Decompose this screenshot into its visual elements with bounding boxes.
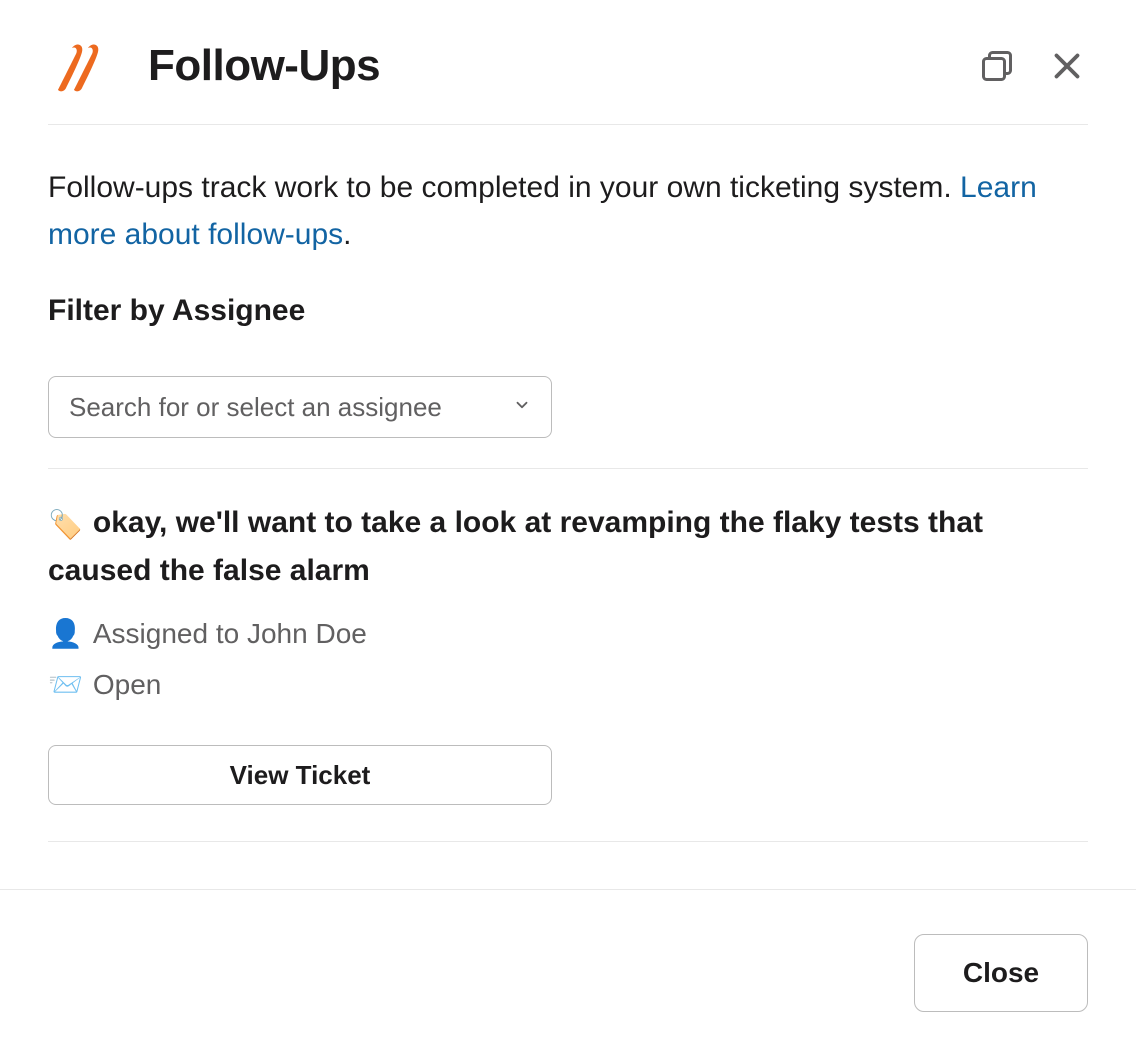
assignee-select[interactable]: Search for or select an assignee — [48, 376, 552, 438]
ticket-status: 📨 Open — [48, 668, 1088, 701]
ticket-title-text: okay, we'll want to take a look at revam… — [48, 506, 983, 587]
view-ticket-button[interactable]: View Ticket — [48, 745, 552, 805]
modal-title: Follow-Ups — [148, 41, 976, 91]
label-icon: 🏷️ — [48, 509, 83, 540]
divider — [48, 841, 1088, 842]
ticket-status-text: Open — [93, 669, 162, 701]
followups-modal: Follow-Ups Follow-ups track work to be c… — [0, 0, 1136, 1056]
close-button[interactable]: Close — [914, 934, 1088, 1012]
new-window-icon[interactable] — [976, 45, 1018, 87]
ticket-meta: 👤 Assigned to John Doe 📨 Open — [48, 617, 1088, 701]
envelope-icon: 📨 — [48, 668, 83, 701]
app-logo-icon — [48, 36, 108, 96]
chevron-down-icon — [513, 396, 531, 419]
modal-footer: Close — [0, 889, 1136, 1056]
ticket-title: 🏷️okay, we'll want to take a look at rev… — [48, 499, 1088, 595]
modal-body: Follow-ups track work to be completed in… — [0, 124, 1136, 889]
ticket-item: 🏷️okay, we'll want to take a look at rev… — [48, 469, 1088, 841]
person-icon: 👤 — [48, 617, 83, 650]
assignee-placeholder: Search for or select an assignee — [69, 392, 442, 423]
header-actions — [976, 45, 1088, 87]
ticket-assignee-text: Assigned to John Doe — [93, 618, 367, 650]
modal-header: Follow-Ups — [0, 0, 1136, 124]
intro-text: Follow-ups track work to be completed in… — [48, 125, 1088, 294]
close-icon[interactable] — [1046, 45, 1088, 87]
intro-period: . — [343, 218, 351, 251]
ticket-assignee: 👤 Assigned to John Doe — [48, 617, 1088, 650]
filter-label: Filter by Assignee — [48, 294, 1088, 328]
intro-description: Follow-ups track work to be completed in… — [48, 171, 960, 204]
